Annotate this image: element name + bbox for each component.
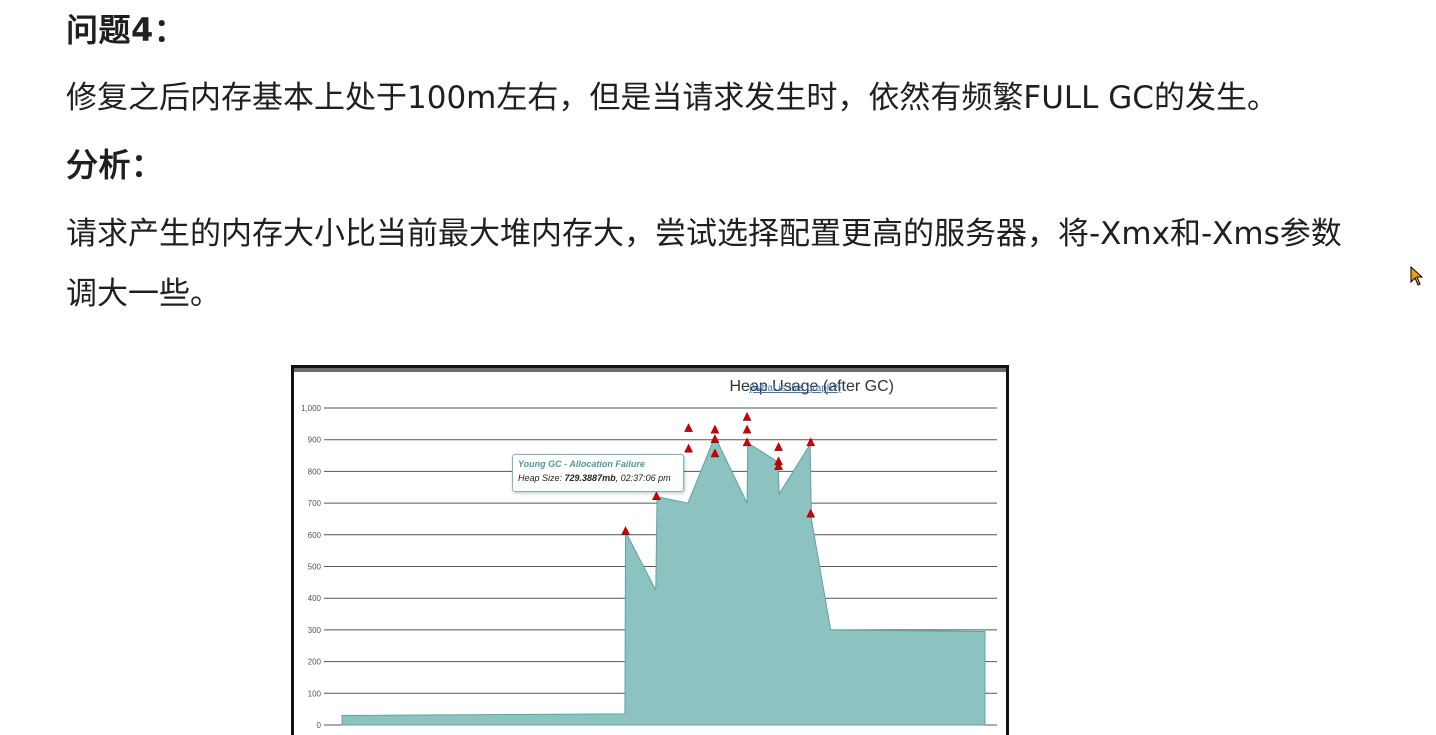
gc-tooltip: Young GC - Allocation Failure Heap Size:… [512, 454, 684, 492]
gc-event-marker[interactable] [684, 443, 693, 453]
gc-event-marker[interactable] [742, 424, 752, 434]
paragraph-problem: 修复之后内存基本上处于100m左右，但是当请求发生时，依然有频繁FULL GC的… [66, 80, 1278, 116]
tooltip-time: , 02:37:06 pm [615, 473, 671, 483]
tooltip-value: 729.3887mb [564, 473, 616, 483]
gc-event-marker[interactable] [806, 437, 816, 447]
tooltip-title: Young GC - Allocation Failure [518, 459, 645, 469]
mouse-cursor-icon [1410, 266, 1424, 286]
chart-plot: 1,000 900 800 700 600 500 400 300 200 100 0 [301, 404, 997, 730]
y-tick-label: 200 [308, 658, 322, 667]
y-tick-label: 700 [308, 499, 322, 508]
y-tick-label: 900 [308, 436, 322, 445]
paragraph-analysis-line-2: 调大一些。 [66, 276, 221, 312]
gc-event-marker[interactable] [621, 526, 630, 535]
paragraph-analysis-line-1: 请求产生的内存大小比当前最大堆内存大，尝试选择配置更高的服务器，将-Xmx和-X… [66, 216, 1342, 252]
tooltip-line: Heap Size: 729.3887mb, 02:37:06 pm [518, 473, 678, 483]
gc-event-marker[interactable] [774, 442, 784, 451]
gc-event-marker[interactable] [684, 423, 693, 432]
y-tick-label: 600 [308, 531, 322, 540]
heap-usage-chart: Heap Usage (after GC) (What is this grap… [291, 365, 1009, 735]
y-tick-label: 100 [308, 689, 322, 698]
y-tick-label: 800 [308, 467, 322, 476]
heading-question-4: 问题4： [66, 11, 187, 49]
gc-event-marker[interactable] [710, 424, 720, 434]
gc-event-marker[interactable] [742, 437, 752, 447]
y-tick-label: 1,000 [301, 404, 322, 413]
gc-event-marker[interactable] [710, 434, 720, 443]
heading-analysis: 分析： [66, 146, 164, 184]
gc-event-marker[interactable] [742, 411, 752, 421]
y-tick-label: 300 [308, 626, 322, 635]
y-tick-label: 400 [308, 594, 322, 603]
gc-event-marker[interactable] [652, 491, 661, 501]
y-tick-label: 0 [317, 721, 322, 730]
y-tick-label: 500 [308, 563, 322, 572]
tooltip-label: Heap Size: [518, 473, 565, 483]
